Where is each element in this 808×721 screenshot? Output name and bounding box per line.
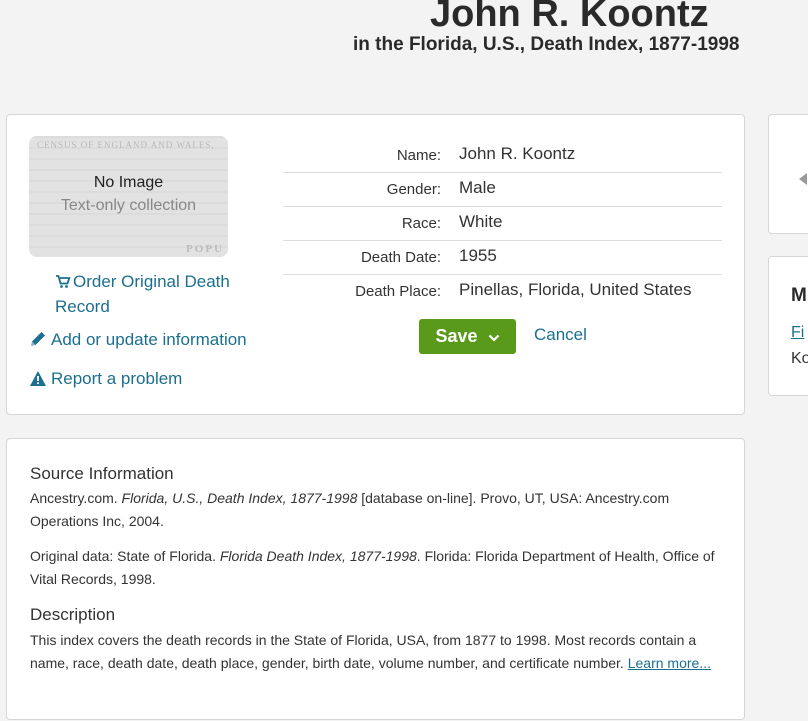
fact-row-gender: Gender: Male [283, 173, 722, 207]
fact-label: Race: [401, 215, 441, 232]
save-button-label: Save [435, 326, 478, 346]
fact-value: Pinellas, Florida, United States [459, 280, 692, 299]
order-original-record-link[interactable]: Order Original Death Record [55, 270, 255, 318]
record-card: CENSUS OF ENGLAND AND WALES, POPU No Ima… [6, 114, 745, 415]
learn-more-link[interactable]: Learn more... [628, 655, 711, 671]
warning-icon [29, 370, 47, 392]
record-facts: Name: John R. Koontz Gender: Male Race: … [283, 139, 722, 309]
source-card: Source Information Ancestry.com. Florida… [6, 438, 745, 720]
fact-value: Male [459, 178, 496, 197]
fact-label: Death Place: [355, 283, 441, 300]
fact-row-race: Race: White [283, 207, 722, 241]
chevron-down-icon [488, 326, 500, 347]
side-panel-heading: M [791, 285, 807, 306]
fact-value: 1955 [459, 246, 497, 265]
chevron-left-icon[interactable] [799, 173, 807, 185]
fact-row-name: Name: John R. Koontz [283, 139, 722, 173]
source-heading: Source Information [30, 464, 174, 483]
original-data-citation: Original data: State of Florida. Florida… [30, 548, 715, 587]
pencil-icon [29, 330, 47, 353]
report-link-label: Report a problem [51, 369, 183, 388]
fact-value: John R. Koontz [459, 144, 576, 163]
side-panel-card-2: M Fi Ko [768, 256, 808, 396]
cart-icon [55, 272, 73, 295]
text-only-label: Text-only collection [60, 197, 197, 214]
fact-label: Name: [396, 147, 441, 164]
report-problem-link[interactable]: Report a problem [29, 369, 182, 392]
description-text: This index covers the death records in t… [30, 632, 711, 671]
fact-row-death-place: Death Place: Pinellas, Florida, United S… [283, 275, 722, 309]
fact-row-death-date: Death Date: 1955 [283, 241, 722, 275]
side-panel-text: Ko [791, 350, 808, 367]
page-subtitle: in the Florida, U.S., Death Index, 1877-… [353, 34, 740, 55]
save-button[interactable]: Save [419, 319, 516, 354]
fact-label: Gender: [386, 181, 441, 198]
fact-label: Death Date: [360, 249, 441, 266]
source-citation: Ancestry.com. Florida, U.S., Death Index… [30, 490, 670, 529]
description-heading: Description [30, 605, 116, 624]
page-header: John R. Koontz in the Florida, U.S., Dea… [0, 0, 808, 110]
record-image-thumbnail[interactable]: CENSUS OF ENGLAND AND WALES, POPU No Ima… [29, 136, 228, 257]
add-link-label: Add or update information [51, 330, 247, 349]
thumbnail-background-footer: POPU [186, 243, 224, 255]
cancel-link[interactable]: Cancel [534, 325, 587, 345]
side-panel-card [768, 114, 808, 234]
side-panel-link[interactable]: Fi [791, 324, 804, 342]
no-image-label: No Image [93, 174, 164, 191]
fact-value: White [459, 212, 503, 231]
page-title: John R. Koontz [430, 0, 709, 35]
add-update-info-link[interactable]: Add or update information [29, 330, 247, 353]
order-link-label: Order Original Death Record [55, 272, 230, 316]
